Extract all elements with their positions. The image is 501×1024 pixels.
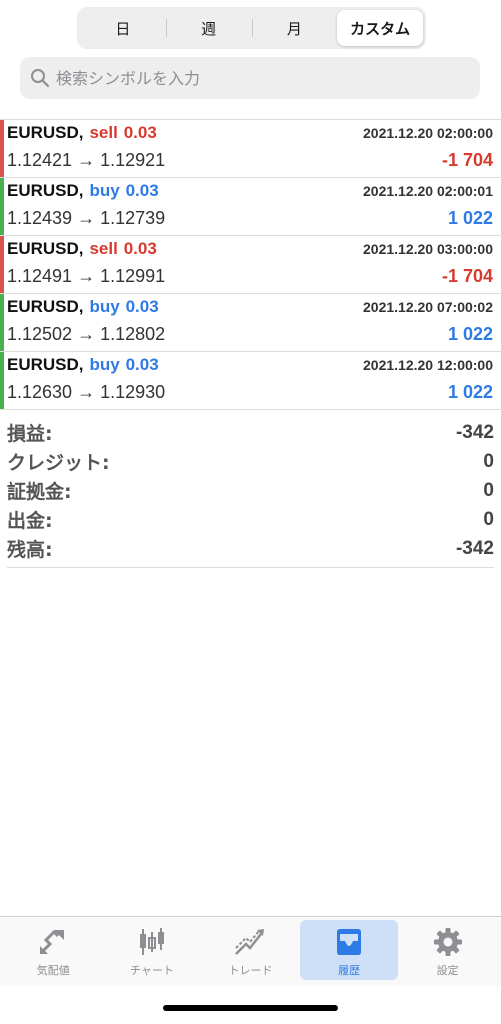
deal-symbol: EURUSD, (7, 355, 84, 374)
deal-prices: 1.12630 → 1.12930 (7, 382, 166, 402)
summary-row-credit: クレジット: 0 (7, 447, 494, 476)
deal-row[interactable]: EURUSD, sell 0.03 2021.12.20 02:00:00 1.… (0, 120, 501, 178)
deal-title: EURUSD, sell 0.03 (7, 123, 157, 143)
deal-volume: 0.03 (123, 239, 157, 258)
summary-value: 0 (483, 508, 494, 530)
quotes-icon (40, 929, 65, 954)
deal-symbol: EURUSD, (7, 123, 84, 142)
deal-volume: 0.03 (123, 123, 157, 142)
summary-row-withdrawal: 出金: 0 (7, 505, 494, 534)
deal-volume: 0.03 (125, 297, 159, 316)
search-input[interactable] (56, 68, 456, 88)
tab-chart[interactable]: チャート (103, 920, 202, 980)
home-indicator (163, 1005, 338, 1011)
deal-title: EURUSD, sell 0.03 (7, 239, 157, 259)
deals-list: EURUSD, sell 0.03 2021.12.20 02:00:00 1.… (0, 119, 501, 410)
deal-prices: 1.12491 → 1.12991 (7, 266, 166, 286)
deal-side: buy (89, 297, 120, 316)
tab-settings[interactable]: 設定 (398, 920, 497, 980)
deal-prices: 1.12421 → 1.12921 (7, 150, 166, 170)
summary-label: 残高: (7, 539, 53, 561)
account-summary: 損益: -342 クレジット: 0 証拠金: 0 出金: 0 残高: -342 (7, 418, 494, 568)
tab-trade[interactable]: トレード (201, 920, 300, 980)
tab-history[interactable]: 履歴 (299, 920, 399, 980)
tab-custom[interactable]: カスタム (337, 10, 423, 46)
deal-row[interactable]: EURUSD, sell 0.03 2021.12.20 03:00:00 1.… (0, 236, 501, 294)
tab-label: 気配値 (36, 964, 70, 977)
deal-profit: -1 704 (441, 150, 493, 170)
deal-profit: 1 022 (447, 324, 493, 344)
deal-volume: 0.03 (125, 181, 159, 200)
tab-month[interactable]: 月 (251, 10, 338, 46)
side-indicator-bar (0, 352, 4, 409)
deal-side: buy (89, 181, 120, 200)
summary-label: クレジット: (7, 452, 110, 474)
deal-time: 2021.12.20 07:00:02 (363, 299, 493, 315)
trade-icon (235, 929, 265, 955)
summary-row-profit: 損益: -342 (7, 418, 494, 447)
summary-value: -342 (455, 421, 494, 443)
deal-profit: -1 704 (441, 266, 493, 286)
period-segmented-control: 日 週 月 カスタム (77, 7, 426, 49)
deal-time: 2021.12.20 03:00:00 (363, 241, 493, 257)
deal-profit: 1 022 (447, 208, 493, 228)
settings-icon (433, 928, 462, 956)
deal-title: EURUSD, buy 0.03 (7, 355, 159, 375)
tab-label: チャート (129, 964, 174, 977)
summary-row-balance: 残高: -342 (7, 534, 494, 563)
tab-week[interactable]: 週 (165, 10, 252, 46)
deal-side: buy (89, 355, 120, 374)
deal-side: sell (89, 239, 118, 258)
tab-quotes[interactable]: 気配値 (4, 920, 103, 980)
side-indicator-bar (0, 236, 4, 293)
summary-label: 損益: (7, 423, 53, 445)
tab-label: 設定 (436, 964, 459, 977)
deal-time: 2021.12.20 02:00:01 (363, 183, 493, 199)
summary-value: 0 (483, 450, 494, 472)
bottom-tab-bar: 気配値 チャート トレード 履歴 設定 (0, 916, 501, 986)
deal-prices: 1.12439 → 1.12739 (7, 208, 166, 228)
deal-symbol: EURUSD, (7, 239, 84, 258)
deal-title: EURUSD, buy 0.03 (7, 181, 159, 201)
side-indicator-bar (0, 178, 4, 235)
summary-label: 出金: (7, 510, 53, 532)
deal-side: sell (89, 123, 118, 142)
history-icon (337, 929, 362, 955)
deal-row[interactable]: EURUSD, buy 0.03 2021.12.20 12:00:00 1.1… (0, 352, 501, 410)
deal-row[interactable]: EURUSD, buy 0.03 2021.12.20 02:00:01 1.1… (0, 178, 501, 236)
chart-icon (139, 928, 164, 955)
deal-symbol: EURUSD, (7, 297, 84, 316)
tab-label: 履歴 (338, 964, 361, 977)
side-indicator-bar (0, 294, 4, 351)
deal-profit: 1 022 (447, 382, 493, 402)
deal-symbol: EURUSD, (7, 181, 84, 200)
summary-value: 0 (483, 479, 494, 501)
deal-prices: 1.12502 → 1.12802 (7, 324, 166, 344)
deal-time: 2021.12.20 02:00:00 (363, 125, 493, 141)
summary-value: -342 (455, 537, 494, 559)
tab-label: トレード (228, 964, 273, 977)
deal-time: 2021.12.20 12:00:00 (363, 357, 493, 373)
deal-row[interactable]: EURUSD, buy 0.03 2021.12.20 07:00:02 1.1… (0, 294, 501, 352)
tab-day[interactable]: 日 (80, 10, 166, 46)
summary-row-deposit: 証拠金: 0 (7, 476, 494, 505)
side-indicator-bar (0, 120, 4, 177)
summary-label: 証拠金: (7, 481, 72, 503)
search-icon (31, 69, 50, 88)
deal-title: EURUSD, buy 0.03 (7, 297, 159, 317)
deal-volume: 0.03 (125, 355, 159, 374)
search-bar[interactable] (20, 57, 480, 99)
